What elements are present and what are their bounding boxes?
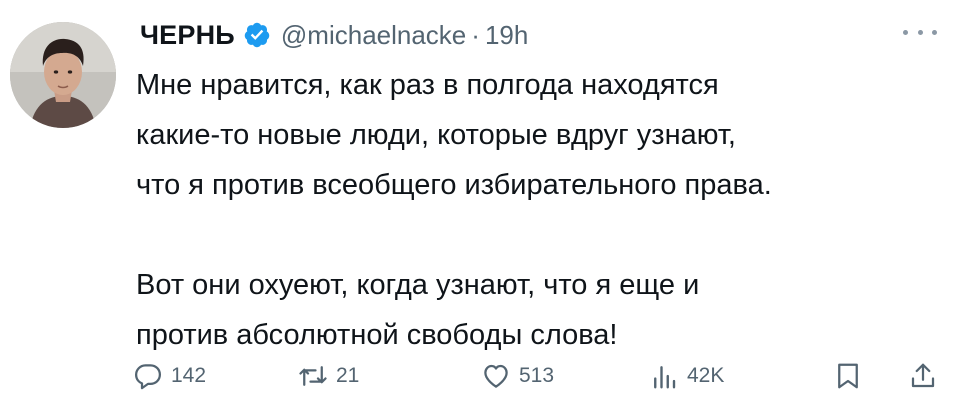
text-line: Мне нравится, как раз в полгода находятс… [136,69,719,101]
paragraph-2: Вот они охуеют, когда узнают, что я еще … [136,260,941,360]
repost-button[interactable]: 21 [298,358,359,394]
tweet: ЧЕРНЬ @michaelnacke · 19h Мне нравится, … [0,0,959,409]
share-button[interactable] [908,358,938,394]
bookmark-icon [838,363,858,389]
avatar-photo [10,22,116,128]
bookmark-button[interactable] [833,358,863,394]
like-count: 513 [519,364,555,387]
views-button[interactable]: 42K [649,358,724,394]
author-name[interactable]: ЧЕРНЬ [140,20,235,51]
like-icon [484,364,508,388]
reply-icon [135,364,161,390]
author-handle[interactable]: @michaelnacke [281,20,466,51]
avatar[interactable] [10,22,116,128]
repost-icon [299,366,327,386]
tweet-text: Мне нравится, как раз в полгода находятс… [136,60,941,360]
separator-dot: · [471,19,480,50]
tweet-header: ЧЕРНЬ @michaelnacke · 19h [140,12,528,58]
text-line: Вот они охуеют, когда узнают, что я еще … [136,269,700,301]
text-line: против абсолютной свободы слова! [136,319,618,351]
views-count: 42K [687,364,725,387]
timestamp[interactable]: 19h [485,20,528,51]
repost-count: 21 [336,364,360,387]
action-bar: 142 21 513 42K [133,358,953,394]
text-line: какие-то новые люди, которые вдруг узнаю… [136,119,736,151]
more-icon[interactable] [903,22,937,42]
reply-count: 142 [171,364,207,387]
paragraph-1: Мне нравится, как раз в полгода находятс… [136,60,941,210]
share-icon [911,363,935,388]
reply-button[interactable]: 142 [133,358,206,394]
like-button[interactable]: 513 [481,358,554,394]
views-icon [654,366,676,389]
verified-badge-icon [244,22,270,48]
text-line: что я против всеобщего избирательного пр… [136,169,772,201]
